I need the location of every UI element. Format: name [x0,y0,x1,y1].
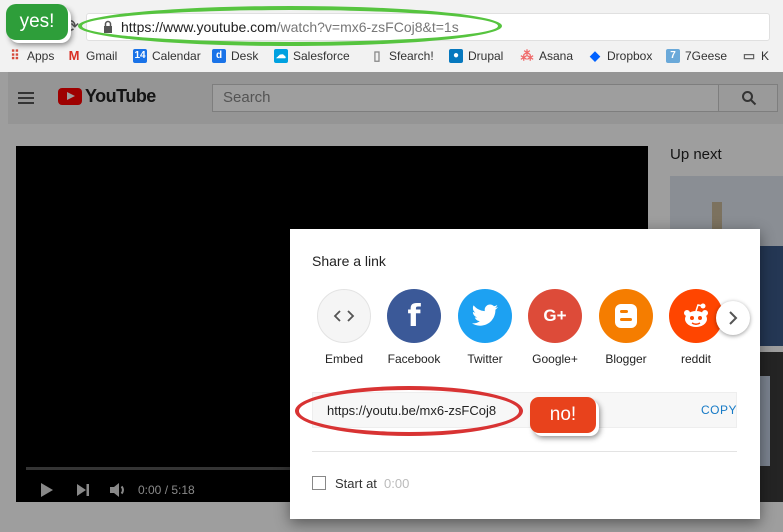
start-at-label: Start at [335,476,377,491]
bookmark-label: Drupal [468,49,504,63]
share-twitter-button[interactable]: Twitter [454,289,516,366]
bookmark-label: K [761,49,770,63]
share-blogger-button[interactable]: Blogger [595,289,657,366]
bookmark-label: Sfearch! [389,49,434,63]
yes-callout: yes! [6,4,68,40]
desk-icon: d [212,49,226,63]
bookmark-item[interactable]: ⁂ Asana [520,48,574,64]
no-callout: no! [530,397,596,433]
share-dialog: Share a link Embed f Facebook Twitter G+… [290,229,760,519]
share-label: Facebook [387,352,441,366]
twitter-icon [458,289,512,343]
bookmark-item[interactable]: d Desk [212,49,258,63]
bookmark-item[interactable]: ● Drupal [449,49,503,63]
drupal-icon: ● [449,49,463,63]
share-label: reddit [680,352,712,366]
share-facebook-button[interactable]: f Facebook [383,289,445,366]
google-plus-icon: G+ [528,289,582,343]
share-next-button[interactable] [716,301,750,335]
bookmark-label: Calendar [152,49,201,63]
share-reddit-button[interactable]: reddit [665,289,727,366]
reddit-icon [669,289,723,343]
url-highlight-ellipse [78,6,502,46]
copy-button[interactable]: COPY [701,403,737,417]
bookmark-label: 7Geese [685,49,728,63]
page-icon: ▯ [373,48,381,63]
facebook-icon: f [387,289,441,343]
bookmark-label: Apps [27,49,55,63]
share-label: Embed [324,352,364,366]
share-label: Twitter [467,352,503,366]
bookmark-item[interactable]: 14 Calendar [133,49,201,63]
bookmarks-bar: ⠿ Apps M Gmail 14 Calendar d Desk ☁ Salesforce ▯ Sf… [0,46,783,68]
bookmark-item[interactable]: ◆ Dropbox [588,48,653,64]
embed-code-icon [317,289,371,343]
gmail-icon: M [68,48,80,63]
share-embed-button[interactable]: Embed [313,289,375,366]
bookmark-label: Salesforce [293,49,350,63]
share-google-plus-button[interactable]: G+ Google+ [524,289,586,366]
bookmark-item[interactable]: M Gmail [67,48,118,64]
share-label: Google+ [532,352,578,366]
salesforce-icon: ☁ [274,49,288,63]
asana-icon: ⁂ [520,48,534,63]
bookmark-label: Asana [539,49,574,63]
share-label: Blogger [605,352,647,366]
bookmark-item[interactable]: ⠿ Apps [8,48,55,64]
calendar-icon: 14 [133,49,147,63]
dropbox-icon: ◆ [590,48,600,63]
apps-grid-icon: ⠿ [10,48,20,63]
blogger-icon [599,289,653,343]
start-at-checkbox[interactable] [312,476,326,490]
bookmark-item[interactable]: ☁ Salesforce [274,49,350,63]
bookmark-item[interactable]: ▯ Sfearch! [370,48,434,64]
bookmark-label: Dropbox [607,49,653,63]
bookmark-item[interactable]: 7 7Geese [666,49,727,63]
start-at-time-input[interactable]: 0:00 [384,476,409,491]
bookmark-label: Gmail [86,49,118,63]
chevron-right-icon [729,311,738,325]
bookmark-item[interactable]: ▭ K [742,48,770,64]
share-link-highlight-ellipse [295,386,523,436]
7geese-icon: 7 [666,49,680,63]
bookmark-label: Desk [231,49,259,63]
divider [312,451,737,452]
folder-icon: ▭ [742,48,756,63]
share-dialog-title: Share a link [312,253,386,269]
